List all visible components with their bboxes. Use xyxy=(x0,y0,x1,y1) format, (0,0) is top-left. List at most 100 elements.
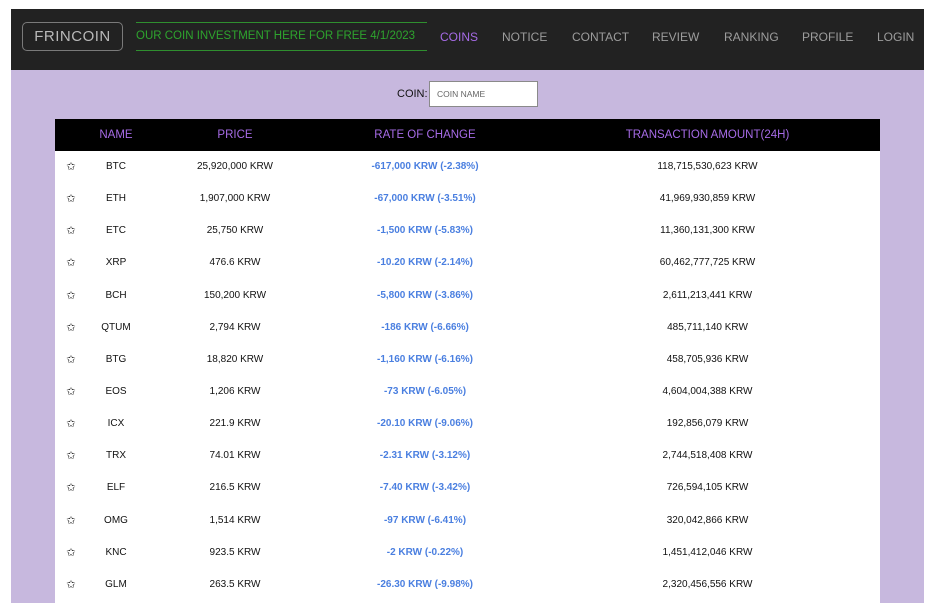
coin-price: 476.6 KRW xyxy=(209,257,261,269)
star-outline-icon[interactable]: ✩ xyxy=(63,505,79,537)
table-row[interactable]: ✩ ICX 221.9 KRW -20.10 KRW (-9.06%) 192,… xyxy=(55,408,880,440)
coin-name: TRX xyxy=(106,450,126,462)
table-row[interactable]: ✩ KNC 923.5 KRW -2 KRW (-0.22%) 1,451,41… xyxy=(55,537,880,569)
coin-name: OMG xyxy=(104,514,128,526)
coin-transaction-amount: 2,744,518,408 KRW xyxy=(662,450,753,462)
star-outline-icon[interactable]: ✩ xyxy=(63,247,79,279)
coin-rate-of-change: -2.31 KRW (-3.12%) xyxy=(379,450,471,462)
logo-button[interactable]: FRINCOIN xyxy=(22,22,123,51)
coin-price: 923.5 KRW xyxy=(209,546,261,558)
star-outline-icon[interactable]: ✩ xyxy=(63,344,79,376)
coin-table: NAME PRICE RATE OF CHANGE TRANSACTION AM… xyxy=(55,119,880,603)
star-outline-icon[interactable]: ✩ xyxy=(63,376,79,408)
coin-transaction-amount: 11,360,131,300 KRW xyxy=(660,225,755,237)
coin-name: QTUM xyxy=(101,321,131,333)
coin-price: 25,750 KRW xyxy=(206,225,264,237)
table-row[interactable]: ✩ TRX 74.01 KRW -2.31 KRW (-3.12%) 2,744… xyxy=(55,440,880,472)
coin-transaction-amount: 192,856,079 KRW xyxy=(666,418,749,430)
table-row[interactable]: ✩ GLM 263.5 KRW -26.30 KRW (-9.98%) 2,32… xyxy=(55,569,880,601)
ticker-banner: OUR COIN INVESTMENT HERE FOR FREE 4/1/20… xyxy=(136,22,427,51)
star-outline-icon[interactable]: ✩ xyxy=(63,280,79,312)
table-row[interactable]: ✩ BTG 18,820 KRW -1,160 KRW (-6.16%) 458… xyxy=(55,344,880,376)
coin-transaction-amount: 118,715,530,623 KRW xyxy=(657,161,758,172)
coin-price: 2,794 KRW xyxy=(209,321,261,333)
coin-price: 150,200 KRW xyxy=(203,289,267,301)
coin-rate-of-change: -1,160 KRW (-6.16%) xyxy=(377,353,473,365)
coin-name: KNC xyxy=(105,546,127,558)
coin-transaction-amount: 2,320,456,556 KRW xyxy=(662,578,753,590)
nav-contact[interactable]: CONTACT xyxy=(572,30,629,44)
coin-transaction-amount: 320,042,866 KRW xyxy=(666,514,749,526)
coin-transaction-amount: 2,611,213,441 KRW xyxy=(662,289,753,301)
coin-transaction-amount: 41,969,930,859 KRW xyxy=(659,193,756,205)
nav-profile[interactable]: PROFILE xyxy=(802,30,853,44)
coin-rate-of-change: -186 KRW (-6.66%) xyxy=(381,321,469,333)
coin-rate-of-change: -617,000 KRW (-2.38%) xyxy=(371,161,479,172)
coin-price: 1,206 KRW xyxy=(209,385,261,397)
table-row[interactable]: ✩ EOS 1,206 KRW -73 KRW (-6.05%) 4,604,0… xyxy=(55,376,880,408)
header-name[interactable]: NAME xyxy=(91,119,141,151)
coin-name: EOS xyxy=(105,385,127,397)
table-row[interactable]: ✩ ETC 25,750 KRW -1,500 KRW (-5.83%) 11,… xyxy=(55,215,880,247)
header-rate-of-change[interactable]: RATE OF CHANGE xyxy=(345,119,505,151)
coin-name: ICX xyxy=(107,418,125,430)
coin-name: XRP xyxy=(105,257,127,269)
coin-price: 74.01 KRW xyxy=(209,450,261,462)
coin-name: BCH xyxy=(105,289,127,301)
star-outline-icon[interactable]: ✩ xyxy=(63,151,79,183)
coin-transaction-amount: 726,594,105 KRW xyxy=(666,482,749,494)
coin-rate-of-change: -10.20 KRW (-2.14%) xyxy=(377,257,473,269)
coin-search-input[interactable] xyxy=(429,81,538,107)
coin-price: 1,514 KRW xyxy=(209,514,261,526)
coin-rate-of-change: -7.40 KRW (-3.42%) xyxy=(379,482,471,494)
nav-login[interactable]: LOGIN xyxy=(877,30,914,44)
star-outline-icon[interactable]: ✩ xyxy=(63,537,79,569)
coin-transaction-amount: 1,451,412,046 KRW xyxy=(662,546,753,558)
table-row[interactable]: ✩ QTUM 2,794 KRW -186 KRW (-6.66%) 485,7… xyxy=(55,312,880,344)
header-transaction-amount[interactable]: TRANSACTION AMOUNT(24H) xyxy=(615,119,800,151)
coin-rate-of-change: -2 KRW (-0.22%) xyxy=(386,546,464,558)
table-row[interactable]: ✩ OMG 1,514 KRW -97 KRW (-6.41%) 320,042… xyxy=(55,505,880,537)
coin-rate-of-change: -67,000 KRW (-3.51%) xyxy=(374,193,476,205)
coin-transaction-amount: 485,711,140 KRW xyxy=(667,321,748,333)
table-row[interactable]: ✩ BTC 25,920,000 KRW -617,000 KRW (-2.38… xyxy=(55,151,880,183)
star-outline-icon[interactable]: ✩ xyxy=(63,408,79,440)
star-outline-icon[interactable]: ✩ xyxy=(63,183,79,215)
table-row[interactable]: ✩ ETH 1,907,000 KRW -67,000 KRW (-3.51%)… xyxy=(55,183,880,215)
coin-name: ETC xyxy=(106,225,126,237)
header-price[interactable]: PRICE xyxy=(165,119,305,151)
coin-rate-of-change: -1,500 KRW (-5.83%) xyxy=(377,225,473,237)
table-body: ✩ BTC 25,920,000 KRW -617,000 KRW (-2.38… xyxy=(55,151,880,601)
coin-transaction-amount: 60,462,777,725 KRW xyxy=(659,257,756,269)
coin-price: 1,907,000 KRW xyxy=(199,193,271,205)
coin-price: 216.5 KRW xyxy=(209,482,261,494)
nav-notice[interactable]: NOTICE xyxy=(502,30,547,44)
coin-price: 263.5 KRW xyxy=(209,578,261,590)
coin-transaction-amount: 4,604,004,388 KRW xyxy=(662,385,753,397)
coin-name: GLM xyxy=(105,578,127,590)
top-navbar: FRINCOIN OUR COIN INVESTMENT HERE FOR FR… xyxy=(11,9,924,70)
table-row[interactable]: ✩ XRP 476.6 KRW -10.20 KRW (-2.14%) 60,4… xyxy=(55,247,880,279)
coin-transaction-amount: 458,705,936 KRW xyxy=(666,353,749,365)
coin-name: BTC xyxy=(106,161,126,172)
coin-name: ELF xyxy=(106,482,126,494)
star-outline-icon[interactable]: ✩ xyxy=(63,440,79,472)
star-outline-icon[interactable]: ✩ xyxy=(63,215,79,247)
coin-search-label: COIN: xyxy=(397,88,428,100)
coin-rate-of-change: -73 KRW (-6.05%) xyxy=(383,385,467,397)
coin-rate-of-change: -26.30 KRW (-9.98%) xyxy=(377,578,473,590)
table-row[interactable]: ✩ ELF 216.5 KRW -7.40 KRW (-3.42%) 726,5… xyxy=(55,472,880,504)
star-outline-icon[interactable]: ✩ xyxy=(63,569,79,601)
nav-review[interactable]: REVIEW xyxy=(652,30,699,44)
coin-price: 221.9 KRW xyxy=(209,418,261,430)
nav-coins[interactable]: COINS xyxy=(440,30,478,44)
star-outline-icon[interactable]: ✩ xyxy=(63,472,79,504)
coin-rate-of-change: -20.10 KRW (-9.06%) xyxy=(377,418,473,430)
coin-price: 18,820 KRW xyxy=(206,353,264,365)
nav-ranking[interactable]: RANKING xyxy=(724,30,779,44)
table-row[interactable]: ✩ BCH 150,200 KRW -5,800 KRW (-3.86%) 2,… xyxy=(55,280,880,312)
coin-price: 25,920,000 KRW xyxy=(197,161,273,172)
table-header: NAME PRICE RATE OF CHANGE TRANSACTION AM… xyxy=(55,119,880,151)
star-outline-icon[interactable]: ✩ xyxy=(63,312,79,344)
coin-name: BTG xyxy=(105,353,127,365)
